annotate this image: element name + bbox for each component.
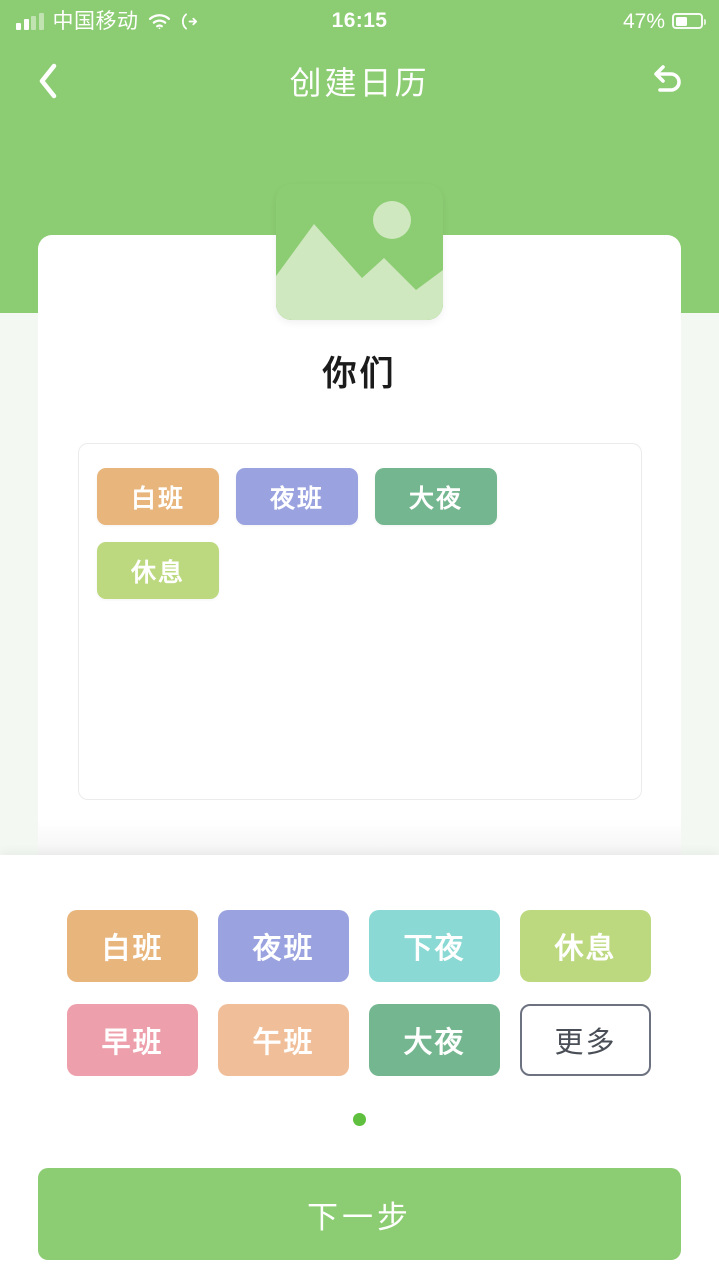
navigation-bar: 创建日历 [0,48,719,114]
battery-percent-label: 47% [622,9,665,33]
image-placeholder-icon [276,184,443,320]
location-arrow-icon [180,12,199,31]
back-button[interactable] [20,53,76,109]
palette-shift-label: 休息 [554,933,617,965]
calendar-name: 你们 [322,355,397,393]
reset-button[interactable] [639,53,695,109]
selected-shifts-row: 白班 夜班 大夜 休息 [97,468,623,599]
status-bar-left: 中国移动 [16,11,199,32]
palette-shift-chip[interactable]: 休息 [520,910,651,982]
shift-palette-grid: 白班 夜班 下夜 休息 早班 午班 大夜 更多 [67,910,652,1076]
selected-shifts-box: 白班 夜班 大夜 休息 [78,443,642,800]
carrier-label: 中国移动 [52,9,139,33]
palette-shift-chip[interactable]: 夜班 [218,910,349,982]
page-indicator-dot[interactable] [353,1113,366,1126]
selected-shift-chip[interactable]: 大夜 [375,468,497,525]
palette-shift-chip[interactable]: 下夜 [369,910,500,982]
palette-shift-label: 午班 [252,1027,315,1059]
palette-shift-label: 早班 [101,1027,164,1059]
selected-shift-chip[interactable]: 夜班 [236,468,358,525]
selected-shift-label: 白班 [130,484,185,513]
wifi-icon [148,13,171,30]
undo-arrow-icon [647,61,687,101]
selected-shift-label: 休息 [130,558,185,587]
palette-shift-chip[interactable]: 午班 [218,1004,349,1076]
palette-shift-label: 大夜 [403,1027,466,1059]
calendar-avatar[interactable] [276,184,443,320]
page-title: 创建日历 [289,65,430,101]
palette-more-label: 更多 [554,1027,617,1059]
selected-shift-label: 大夜 [408,484,463,513]
shift-palette-panel: 白班 夜班 下夜 休息 早班 午班 大夜 更多 下一步 [0,855,719,1280]
palette-shift-label: 夜班 [252,933,315,965]
palette-shift-label: 白班 [101,933,164,965]
battery-icon [672,13,706,29]
palette-shift-chip[interactable]: 大夜 [369,1004,500,1076]
selected-shift-label: 夜班 [269,484,324,513]
chevron-left-icon [35,61,61,101]
palette-shift-chip[interactable]: 早班 [67,1004,198,1076]
palette-shift-chip[interactable]: 白班 [67,910,198,982]
status-bar: 中国移动 16:15 47% [0,0,719,42]
status-bar-right: 47% [622,9,706,33]
signal-bars-icon [16,12,44,30]
next-button[interactable]: 下一步 [38,1168,681,1260]
palette-shift-label: 下夜 [403,933,466,965]
page-indicator [0,1113,719,1126]
selected-shift-chip[interactable]: 白班 [97,468,219,525]
palette-more-button[interactable]: 更多 [520,1004,651,1076]
app-screen: 中国移动 16:15 47% 创建日历 你们 白班 夜班 大夜 休息 白班 夜班… [0,0,719,1280]
selected-shift-chip[interactable]: 休息 [97,542,219,599]
